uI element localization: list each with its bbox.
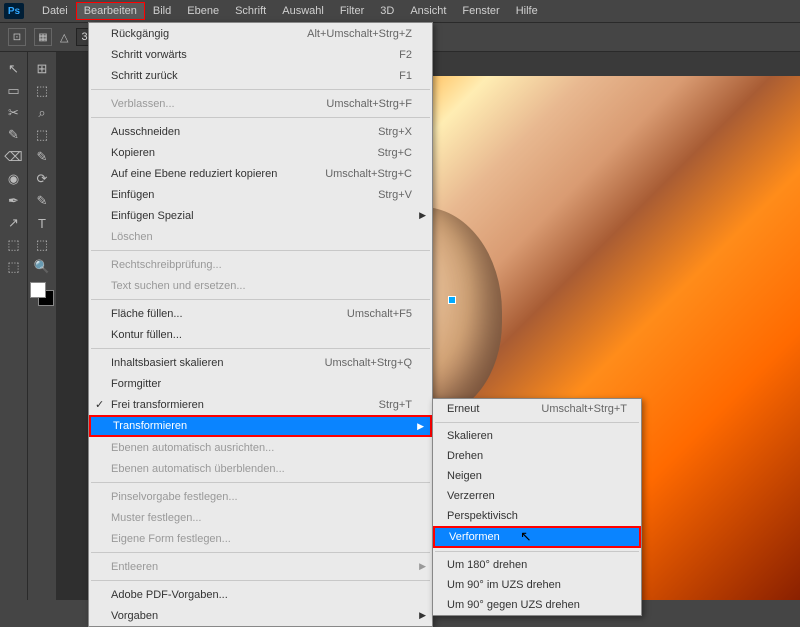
menuitem-verblassen-: Verblassen...Umschalt+Strg+F [89,93,432,114]
tool-l-7[interactable]: ↗ [0,212,27,234]
menuitem-kontur-f-llen-[interactable]: Kontur füllen... [89,324,432,345]
submenuitem-erneut[interactable]: ErneutUmschalt+Strg+T [433,399,641,419]
menuitem-frei-transformieren[interactable]: ✓Frei transformierenStrg+T [89,394,432,415]
menu-3d[interactable]: 3D [372,2,402,20]
menu-bild[interactable]: Bild [145,2,179,20]
tool-r-9[interactable]: 🔍 [28,256,56,278]
menuitem-ebenen-automatisch-berblenden-: Ebenen automatisch überblenden... [89,458,432,479]
tool-l-3[interactable]: ✎ [0,124,27,146]
tool-l-1[interactable]: ▭ [0,80,27,102]
submenuitem-um-180-drehen[interactable]: Um 180° drehen [433,555,641,575]
transform-handle[interactable] [448,296,456,304]
menuitem-vorgaben[interactable]: Vorgaben▶ [89,605,432,626]
menuitem-eigene-form-festlegen-: Eigene Form festlegen... [89,528,432,549]
menuitem-formgitter[interactable]: Formgitter [89,373,432,394]
menuitem-inhaltsbasiert-skalieren[interactable]: Inhaltsbasiert skalierenUmschalt+Strg+Q [89,352,432,373]
tool-r-0[interactable]: ⊞ [28,58,56,80]
tool-r-3[interactable]: ⬚ [28,124,56,146]
tool-l-5[interactable]: ◉ [0,168,27,190]
menu-datei[interactable]: Datei [34,2,76,20]
tool-r-8[interactable]: ⬚ [28,234,56,256]
tool-l-9[interactable]: ⬚ [0,256,27,278]
menuitem-muster-festlegen-: Muster festlegen... [89,507,432,528]
menubar: Ps DateiBearbeitenBildEbeneSchriftAuswah… [0,0,800,22]
menuitem-entleeren: Entleeren▶ [89,556,432,577]
tool-l-4[interactable]: ⌫ [0,146,27,168]
submenuitem-perspektivisch[interactable]: Perspektivisch [433,506,641,526]
app-logo: Ps [4,3,24,19]
menuitem-l-schen: Löschen [89,226,432,247]
tool-r-6[interactable]: ✎ [28,190,56,212]
menuitem-ebenen-automatisch-ausrichten-: Ebenen automatisch ausrichten... [89,437,432,458]
menuitem-ausschneiden[interactable]: AusschneidenStrg+X [89,121,432,142]
menuitem-kopieren[interactable]: KopierenStrg+C [89,142,432,163]
tool-l-0[interactable]: ↖ [0,58,27,80]
menu-fenster[interactable]: Fenster [454,2,507,20]
menu-ansicht[interactable]: Ansicht [402,2,454,20]
menuitem-pinselvorgabe-festlegen-: Pinselvorgabe festlegen... [89,486,432,507]
edit-menu-dropdown: RückgängigAlt+Umschalt+Strg+ZSchritt vor… [88,22,433,627]
menu-ebene[interactable]: Ebene [179,2,227,20]
submenuitem-verzerren[interactable]: Verzerren [433,486,641,506]
submenuitem-um-90-gegen-uzs-drehen[interactable]: Um 90° gegen UZS drehen [433,595,641,615]
menu-bearbeiten[interactable]: Bearbeiten [76,2,145,20]
menu-schrift[interactable]: Schrift [227,2,274,20]
menuitem-rechtschreibpr-fung-: Rechtschreibprüfung... [89,254,432,275]
tool-l-6[interactable]: ✒ [0,190,27,212]
tool-r-7[interactable]: T [28,212,56,234]
menuitem-schritt-zur-ck[interactable]: Schritt zurückF1 [89,65,432,86]
submenuitem-skalieren[interactable]: Skalieren [433,426,641,446]
menuitem-adobe-pdf-vorgaben-[interactable]: Adobe PDF-Vorgaben... [89,584,432,605]
menuitem-schritt-vorw-rts[interactable]: Schritt vorwärtsF2 [89,44,432,65]
transform-submenu: ErneutUmschalt+Strg+T SkalierenDrehenNeig… [432,398,642,616]
submenuitem-verformen[interactable]: Verformen [433,526,641,548]
tool-r-1[interactable]: ⬚ [28,80,56,102]
menuitem-einf-gen[interactable]: EinfügenStrg+V [89,184,432,205]
menuitem-r-ckg-ngig[interactable]: RückgängigAlt+Umschalt+Strg+Z [89,23,432,44]
grid-icon[interactable]: ▦ [34,28,52,46]
submenuitem-drehen[interactable]: Drehen [433,446,641,466]
tool-r-4[interactable]: ✎ [28,146,56,168]
menu-hilfe[interactable]: Hilfe [508,2,546,20]
menuitem-transformieren[interactable]: Transformieren▶ [89,415,432,437]
color-swatch[interactable] [30,282,54,306]
menuitem-fl-che-f-llen-[interactable]: Fläche füllen...Umschalt+F5 [89,303,432,324]
tool-r-5[interactable]: ⟳ [28,168,56,190]
tool-r-2[interactable]: ⌕ [28,102,56,124]
submenuitem-um-90-im-uzs-drehen[interactable]: Um 90° im UZS drehen [433,575,641,595]
tool-l-8[interactable]: ⬚ [0,234,27,256]
submenuitem-neigen[interactable]: Neigen [433,466,641,486]
tools-panel-right: ⊞⬚⌕⬚✎⟳✎T⬚🔍 [28,52,56,600]
menuitem-auf-eine-ebene-reduziert-kopieren[interactable]: Auf eine Ebene reduziert kopierenUmschal… [89,163,432,184]
menu-filter[interactable]: Filter [332,2,372,20]
transform-ref-icon[interactable]: ⊡ [8,28,26,46]
menuitem-einf-gen-spezial[interactable]: Einfügen Spezial▶ [89,205,432,226]
menu-auswahl[interactable]: Auswahl [274,2,332,20]
tools-panel-left: ↖▭✂✎⌫◉✒↗⬚⬚ [0,52,28,600]
menuitem-text-suchen-und-ersetzen-: Text suchen und ersetzen... [89,275,432,296]
tool-l-2[interactable]: ✂ [0,102,27,124]
angle-icon: △ [60,31,68,44]
